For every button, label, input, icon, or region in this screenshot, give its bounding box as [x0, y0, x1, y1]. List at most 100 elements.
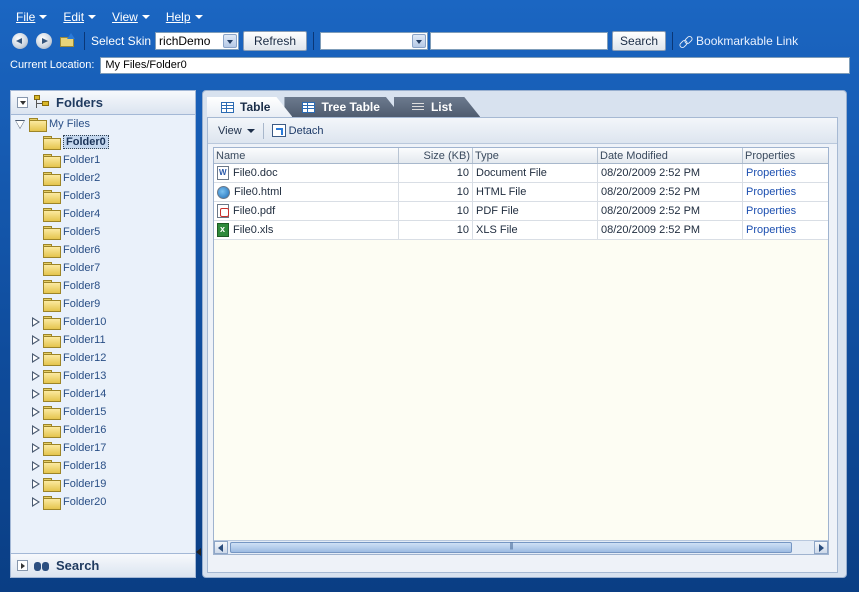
expand-icon[interactable] — [17, 560, 28, 571]
menu-help[interactable]: Help — [158, 8, 211, 26]
tree-item-folder[interactable]: Folder5 — [11, 223, 195, 241]
properties-link[interactable]: Properties — [746, 167, 796, 179]
folder-icon — [43, 406, 61, 420]
properties-link[interactable]: Properties — [746, 224, 796, 236]
tab-tree-table[interactable]: Tree Table — [284, 97, 401, 117]
folder-icon — [43, 280, 61, 294]
tree-item-folder[interactable]: Folder11 — [11, 331, 195, 349]
cell-type: PDF File — [473, 202, 598, 220]
folder-icon — [43, 226, 61, 240]
tree-item-label: Folder5 — [63, 226, 101, 238]
cell-date: 08/20/2009 2:52 PM — [598, 164, 743, 182]
horizontal-scrollbar[interactable] — [214, 540, 828, 554]
toolbar-separator — [313, 32, 315, 50]
bookmarkable-link[interactable]: Bookmarkable Link — [679, 34, 798, 48]
tab-list[interactable]: List — [394, 97, 480, 117]
expand-toggle-icon[interactable] — [31, 317, 41, 327]
tree-item-folder[interactable]: Folder20 — [11, 493, 195, 511]
scroll-track[interactable] — [228, 541, 814, 554]
tab-table[interactable]: Table — [207, 97, 292, 117]
tree-item-folder[interactable]: Folder3 — [11, 187, 195, 205]
menu-bar: File Edit View Help — [8, 8, 211, 26]
tree-item-folder[interactable]: Folder6 — [11, 241, 195, 259]
tree-item-folder[interactable]: Folder1 — [11, 151, 195, 169]
column-header-name[interactable]: Name — [214, 148, 399, 163]
splitter-collapse-icon[interactable] — [196, 548, 201, 556]
cell-properties: Properties — [743, 183, 828, 201]
column-header-size[interactable]: Size (KB) — [399, 148, 473, 163]
table-view: View Detach Name Size (KB) Type Date Mod… — [207, 117, 838, 573]
tree-item-folder[interactable]: Folder13 — [11, 367, 195, 385]
properties-link[interactable]: Properties — [746, 205, 796, 217]
binoculars-icon — [34, 560, 50, 572]
search-input[interactable] — [430, 32, 609, 50]
expand-toggle-icon[interactable] — [31, 479, 41, 489]
link-icon — [679, 35, 692, 48]
folder-icon — [43, 298, 61, 312]
tree-item-folder[interactable]: Folder17 — [11, 439, 195, 457]
scroll-right-icon[interactable] — [814, 541, 828, 554]
file-name: File0.html — [234, 186, 282, 198]
tree-item-folder[interactable]: Folder7 — [11, 259, 195, 277]
cell-name: File0.pdf — [214, 202, 399, 220]
expand-toggle-icon[interactable] — [31, 443, 41, 453]
expand-toggle-icon[interactable] — [31, 371, 41, 381]
skin-select[interactable]: richDemo — [155, 32, 240, 50]
back-icon[interactable] — [12, 33, 28, 49]
table-row[interactable]: File0.pdf 10 PDF File 08/20/2009 2:52 PM Pro… — [214, 202, 828, 221]
expand-toggle-icon[interactable] — [31, 425, 41, 435]
tree-item-folder[interactable]: Folder12 — [11, 349, 195, 367]
tree-item-label: Folder19 — [63, 478, 107, 490]
tree-item-folder[interactable]: Folder19 — [11, 475, 195, 493]
tree-item-folder[interactable]: Folder0 — [11, 133, 195, 151]
view-menu-button[interactable]: View — [218, 125, 255, 137]
column-header-date[interactable]: Date Modified — [598, 148, 743, 163]
tree-item-folder[interactable]: Folder4 — [11, 205, 195, 223]
search-button[interactable]: Search — [612, 31, 667, 51]
expand-toggle-icon[interactable] — [31, 461, 41, 471]
folder-icon — [43, 190, 61, 204]
properties-link[interactable]: Properties — [746, 186, 796, 198]
tree-item-label: Folder14 — [63, 388, 107, 400]
tree-item-folder[interactable]: Folder9 — [11, 295, 195, 313]
scroll-left-icon[interactable] — [214, 541, 228, 554]
chevron-down-icon — [88, 15, 97, 19]
expand-toggle-icon[interactable] — [31, 497, 41, 507]
main-toolbar: Select Skin richDemo Refresh Search Book… — [12, 30, 852, 52]
table-row[interactable]: File0.xls 10XLS File08/20/2009 2:52 PMPro… — [214, 221, 828, 240]
scroll-thumb[interactable] — [230, 542, 792, 553]
location-field[interactable]: My Files/Folder0 — [100, 56, 850, 74]
tree-item-folder[interactable]: Folder8 — [11, 277, 195, 295]
search-panel-header[interactable]: Search — [11, 553, 195, 577]
table-row[interactable]: File0.doc 10Document File08/20/2009 2:52 … — [214, 164, 828, 183]
search-scope-select[interactable] — [320, 32, 429, 50]
expand-toggle-icon[interactable] — [31, 353, 41, 363]
expand-toggle-icon[interactable] — [31, 335, 41, 345]
tree-item-folder[interactable]: Folder2 — [11, 169, 195, 187]
expand-toggle-icon[interactable] — [15, 119, 25, 129]
forward-icon[interactable] — [36, 33, 52, 49]
tree-item-label: Folder2 — [63, 172, 101, 184]
expand-toggle-icon[interactable] — [31, 389, 41, 399]
refresh-button[interactable]: Refresh — [243, 31, 308, 51]
tree-item-folder[interactable]: Folder10 — [11, 313, 195, 331]
menu-view[interactable]: View — [104, 8, 158, 26]
tree-item-folder[interactable]: Folder16 — [11, 421, 195, 439]
folders-panel-header[interactable]: Folders — [11, 91, 195, 115]
expand-toggle-icon[interactable] — [31, 407, 41, 417]
cell-type: HTML File — [473, 183, 598, 201]
menu-edit[interactable]: Edit — [55, 8, 104, 26]
tree-root[interactable]: My Files — [11, 115, 195, 133]
tree-item-folder[interactable]: Folder18 — [11, 457, 195, 475]
folder-up-icon[interactable] — [60, 33, 76, 48]
column-header-properties[interactable]: Properties — [743, 148, 828, 163]
tree-item-folder[interactable]: Folder15 — [11, 403, 195, 421]
detach-button[interactable]: Detach — [271, 124, 324, 137]
column-header-type[interactable]: Type — [473, 148, 598, 163]
tree-item-folder[interactable]: Folder14 — [11, 385, 195, 403]
tree-item-label: Folder10 — [63, 316, 107, 328]
collapse-icon[interactable] — [17, 97, 28, 108]
table-row[interactable]: File0.html 10 HTML File 08/20/2009 2:52 PM P… — [214, 183, 828, 202]
menu-file[interactable]: File — [8, 8, 55, 26]
tree-item-label: Folder17 — [63, 442, 107, 454]
